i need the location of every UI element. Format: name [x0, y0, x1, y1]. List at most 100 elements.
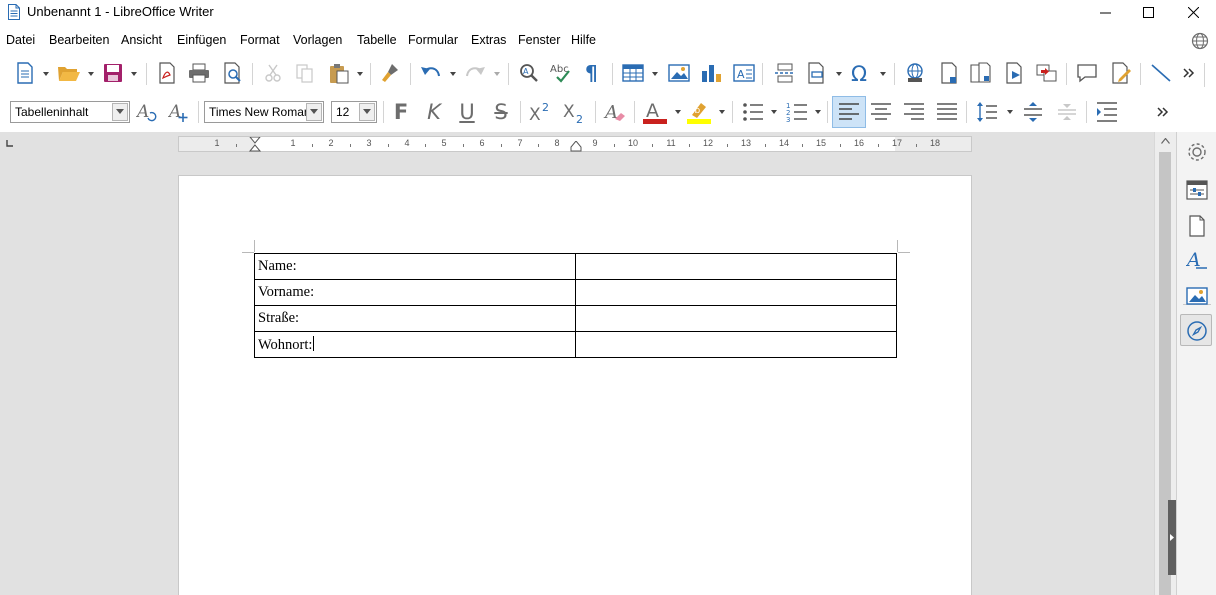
document-page[interactable] — [178, 175, 972, 595]
insert-field-button[interactable] — [804, 60, 830, 86]
table-cell-label[interactable]: Wohnort: — [254, 331, 576, 358]
increase-paragraph-spacing-button[interactable] — [1020, 99, 1046, 125]
menu-formular[interactable]: Formular — [408, 33, 458, 47]
track-changes-button[interactable] — [1108, 60, 1134, 86]
paragraph-style-combo[interactable]: Tabelleninhalt — [10, 101, 130, 123]
justify-button[interactable] — [934, 99, 960, 125]
menu-hilfe[interactable]: Hilfe — [571, 33, 596, 47]
highlight-color-button[interactable]: ab — [686, 99, 712, 125]
table-cell-label[interactable]: Straße: — [254, 305, 576, 332]
horizontal-ruler[interactable]: 1 1 2 3 4 5 6 7 8 9 10 11 12 13 14 15 16… — [178, 136, 972, 152]
menu-tabelle[interactable]: Tabelle — [357, 33, 397, 47]
insert-cross-reference-button[interactable] — [1002, 60, 1028, 86]
globe-icon[interactable] — [1191, 32, 1209, 50]
chevron-down-icon[interactable] — [87, 70, 95, 78]
indent-marker-icon[interactable] — [249, 137, 261, 152]
new-document-button[interactable] — [12, 60, 38, 86]
table-cell-label[interactable]: Vorname: — [254, 279, 576, 306]
close-button[interactable] — [1170, 0, 1216, 25]
insert-hyperlink-button[interactable] — [902, 60, 928, 86]
print-button[interactable] — [186, 60, 212, 86]
italic-button[interactable]: K — [421, 99, 447, 125]
line-spacing-button[interactable] — [974, 99, 1000, 125]
chevron-down-icon[interactable] — [674, 108, 682, 116]
ordered-list-button[interactable]: 123 — [784, 99, 810, 125]
insert-line-button[interactable] — [1148, 60, 1174, 86]
insert-textbox-button[interactable]: A — [731, 60, 757, 86]
menu-format[interactable]: Format — [240, 33, 280, 47]
sidebar-properties-tab[interactable] — [1185, 178, 1209, 202]
decrease-paragraph-spacing-button[interactable] — [1054, 99, 1080, 125]
strikethrough-button[interactable]: S — [488, 99, 514, 125]
insert-page-break-button[interactable] — [772, 60, 798, 86]
menu-extras[interactable]: Extras — [471, 33, 506, 47]
chevron-down-icon[interactable] — [835, 70, 843, 78]
chevron-down-icon[interactable] — [42, 70, 50, 78]
table-cell-label[interactable]: Name: — [254, 253, 576, 280]
formatting-toolbar-overflow-button[interactable] — [1150, 99, 1176, 125]
chevron-down-icon[interactable] — [130, 70, 138, 78]
sidebar-styles-tab[interactable]: A — [1185, 248, 1209, 272]
find-replace-button[interactable]: A — [516, 60, 542, 86]
chevron-down-icon[interactable] — [112, 103, 128, 121]
menu-bearbeiten[interactable]: Bearbeiten — [49, 33, 109, 47]
table-cell-value[interactable] — [575, 279, 897, 306]
table-cell-value[interactable] — [575, 305, 897, 332]
align-right-button[interactable] — [901, 99, 927, 125]
font-color-button[interactable]: A — [642, 99, 668, 125]
chevron-down-icon[interactable] — [359, 103, 375, 121]
save-button[interactable] — [100, 60, 126, 86]
sidebar-navigator-tab[interactable] — [1180, 314, 1212, 346]
paste-button[interactable] — [326, 60, 352, 86]
undo-button[interactable] — [418, 60, 444, 86]
menu-einfuegen[interactable]: Einfügen — [177, 33, 226, 47]
chevron-down-icon[interactable] — [1006, 108, 1014, 116]
chevron-down-icon[interactable] — [770, 108, 778, 116]
insert-chart-button[interactable] — [698, 60, 724, 86]
update-style-button[interactable]: A — [134, 99, 160, 125]
maximize-button[interactable] — [1125, 0, 1171, 25]
insert-image-button[interactable] — [666, 60, 692, 86]
underline-button[interactable]: U — [454, 99, 480, 125]
chevron-down-icon[interactable] — [651, 70, 659, 78]
redo-button[interactable] — [462, 60, 488, 86]
increase-indent-button[interactable] — [1094, 99, 1120, 125]
sidebar-page-tab[interactable] — [1185, 214, 1209, 238]
cut-button[interactable] — [260, 60, 286, 86]
chevron-down-icon[interactable] — [879, 70, 887, 78]
minimize-button[interactable] — [1082, 0, 1128, 25]
spelling-button[interactable]: Abc — [548, 60, 574, 86]
toolbar-overflow-button[interactable] — [1176, 60, 1202, 86]
scroll-up-icon[interactable] — [1161, 138, 1170, 144]
table-cell-value[interactable] — [575, 253, 897, 280]
print-preview-button[interactable] — [220, 60, 246, 86]
sidebar-gallery-tab[interactable] — [1185, 284, 1209, 308]
align-center-button[interactable] — [868, 99, 894, 125]
menu-vorlagen[interactable]: Vorlagen — [293, 33, 342, 47]
font-size-combo[interactable]: 12 — [331, 101, 377, 123]
new-style-button[interactable]: A — [166, 99, 192, 125]
superscript-button[interactable]: X2 — [528, 99, 554, 125]
sidebar-collapse-handle[interactable] — [1168, 500, 1176, 575]
chevron-down-icon[interactable] — [814, 108, 822, 116]
open-button[interactable] — [56, 60, 82, 86]
sidebar-settings-button[interactable] — [1185, 140, 1209, 164]
unordered-list-button[interactable] — [740, 99, 766, 125]
chevron-down-icon[interactable] — [356, 70, 364, 78]
menu-ansicht[interactable]: Ansicht — [121, 33, 162, 47]
table-cell-value[interactable] — [575, 331, 897, 358]
insert-endnote-button[interactable] — [968, 60, 994, 86]
subscript-button[interactable]: X2 — [562, 99, 588, 125]
column-marker-icon[interactable] — [570, 141, 582, 152]
clone-formatting-button[interactable] — [378, 60, 404, 86]
chevron-down-icon[interactable] — [449, 70, 457, 78]
font-name-combo[interactable]: Times New Roman — [204, 101, 324, 123]
bold-button[interactable]: F — [388, 99, 414, 125]
menu-datei[interactable]: Datei — [6, 33, 35, 47]
copy-button[interactable] — [292, 60, 318, 86]
tab-stop-icon[interactable] — [6, 140, 14, 148]
form-table[interactable]: Name: Vorname: Straße: Wohnort: — [254, 253, 897, 358]
chevron-down-icon[interactable] — [718, 108, 726, 116]
insert-comment-button[interactable] — [1074, 60, 1100, 86]
chevron-down-icon[interactable] — [306, 103, 322, 121]
